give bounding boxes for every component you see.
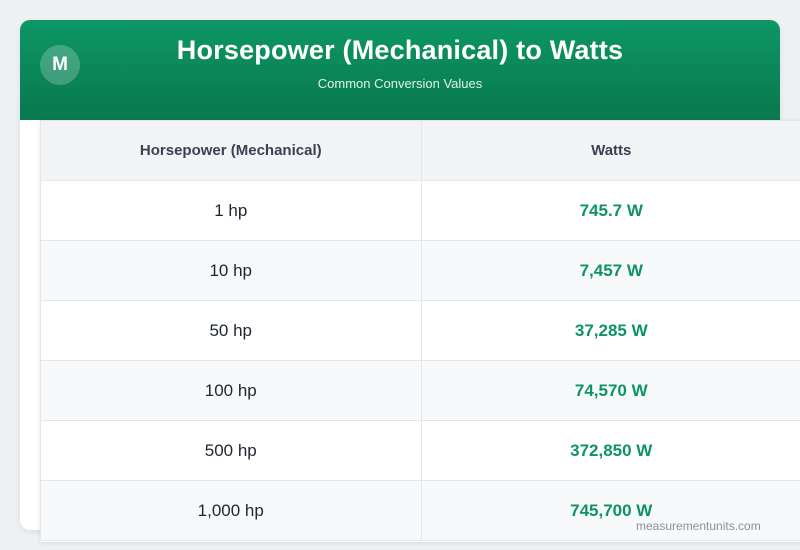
card-header: M Horsepower (Mechanical) to Watts Commo… — [20, 20, 780, 118]
table-row: 500 hp 372,850 W — [40, 420, 800, 481]
horsepower-cell: 50 hp — [40, 300, 422, 361]
table-row: 50 hp 37,285 W — [40, 300, 800, 361]
watts-cell: 37,285 W — [420, 300, 800, 361]
watts-cell: 7,457 W — [420, 240, 800, 301]
conversion-table: Horsepower (Mechanical) Watts 1 hp 745.7… — [40, 120, 800, 541]
horsepower-cell: 100 hp — [40, 360, 422, 421]
header-divider — [20, 110, 780, 120]
table-row: 1 hp 745.7 W — [40, 180, 800, 241]
conversion-table-container: Horsepower (Mechanical) Watts 1 hp 745.7… — [40, 120, 800, 542]
watts-cell: 372,850 W — [420, 420, 800, 481]
watts-cell: 745.7 W — [420, 180, 800, 241]
horsepower-cell: 10 hp — [40, 240, 422, 301]
horsepower-cell: 500 hp — [40, 420, 422, 481]
page-title: Horsepower (Mechanical) to Watts — [176, 35, 624, 65]
site-watermark: measurementunits.com — [636, 519, 761, 533]
column-header-watts: Watts — [420, 120, 800, 181]
watts-cell: 74,570 W — [420, 360, 800, 421]
horsepower-cell: 1,000 hp — [40, 480, 422, 541]
page-subtitle: Common Conversion Values — [317, 76, 483, 91]
table-header-row: Horsepower (Mechanical) Watts — [40, 120, 800, 181]
horsepower-cell: 1 hp — [40, 180, 422, 241]
table-row: 10 hp 7,457 W — [40, 240, 800, 301]
column-header-horsepower: Horsepower (Mechanical) — [40, 120, 422, 181]
table-row: 100 hp 74,570 W — [40, 360, 800, 421]
